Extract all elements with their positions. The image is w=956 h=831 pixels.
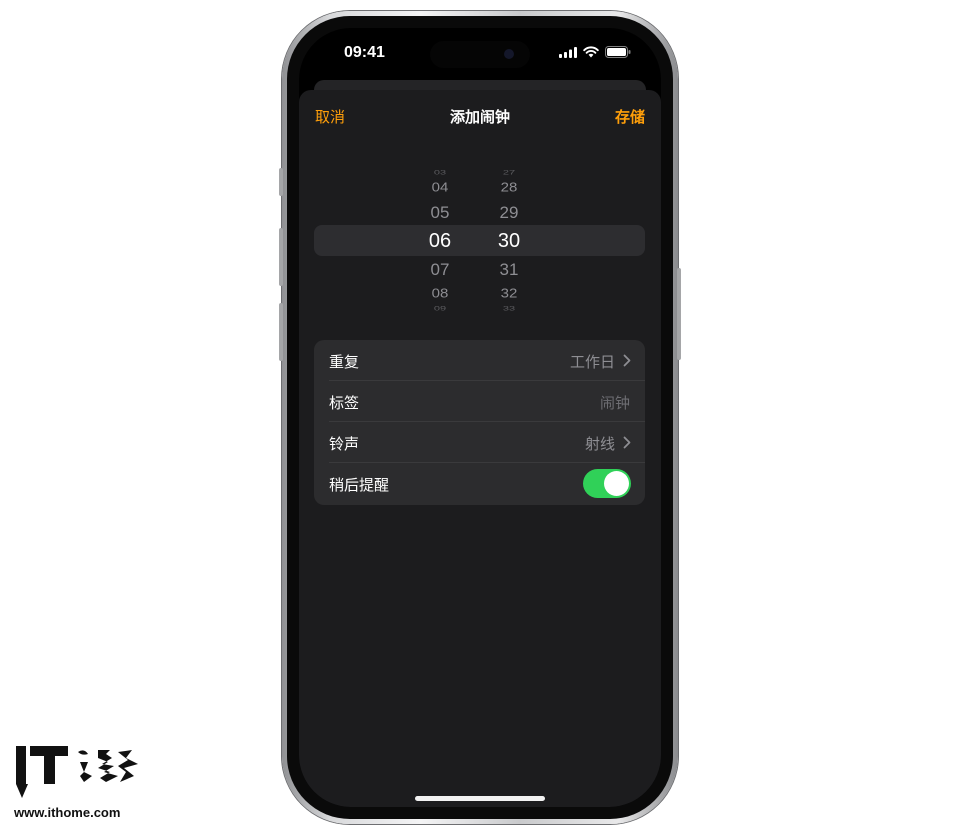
- repeat-value: 工作日: [569, 353, 615, 371]
- watermark-url: www.ithome.com: [14, 805, 121, 820]
- snooze-toggle[interactable]: [583, 469, 631, 498]
- alarm-settings-list: 重复 工作日 标签 闹钟 铃声 射线 稍后提醒: [314, 340, 645, 505]
- chevron-right-icon: [623, 436, 631, 449]
- hour-option[interactable]: 09: [420, 306, 460, 313]
- label-label: 标签: [329, 394, 360, 412]
- phone-screen: 09:41 取消 添加闹钟 存储 03 04 05 06 07 08 09 27…: [299, 28, 661, 807]
- volume-down-button: [279, 303, 283, 361]
- add-alarm-sheet: 取消 添加闹钟 存储 03 04 05 06 07 08 09 27 28 29…: [299, 90, 661, 807]
- home-indicator[interactable]: [415, 796, 545, 801]
- wifi-icon: [583, 46, 599, 58]
- cellular-signal-icon: [559, 46, 577, 58]
- hour-option[interactable]: 05: [420, 203, 460, 223]
- minute-option[interactable]: 33: [489, 306, 529, 313]
- status-time: 09:41: [344, 44, 385, 61]
- status-icons: [559, 46, 631, 58]
- minute-option[interactable]: 31: [489, 260, 529, 280]
- sound-value: 射线: [584, 435, 615, 453]
- action-button: [279, 168, 283, 196]
- ithome-logo: [16, 746, 138, 798]
- repeat-row[interactable]: 重复 工作日: [314, 340, 645, 381]
- label-row[interactable]: 标签 闹钟: [314, 381, 645, 422]
- power-button: [677, 268, 681, 360]
- minute-option[interactable]: 28: [489, 180, 529, 194]
- sound-label: 铃声: [329, 435, 360, 453]
- page-title: 添加闹钟: [449, 109, 510, 126]
- snooze-label: 稍后提醒: [329, 476, 390, 494]
- hour-option[interactable]: 08: [420, 286, 460, 300]
- hour-option[interactable]: 07: [420, 260, 460, 280]
- dynamic-island: [430, 41, 530, 68]
- minute-selected[interactable]: 30: [489, 230, 529, 253]
- picker-selection-highlight: [314, 225, 645, 256]
- hour-option[interactable]: 04: [420, 180, 460, 194]
- snooze-row: 稍后提醒: [314, 463, 645, 504]
- minute-option[interactable]: 29: [489, 203, 529, 223]
- sound-row[interactable]: 铃声 射线: [314, 422, 645, 463]
- volume-up-button: [279, 228, 283, 286]
- toggle-knob: [604, 471, 629, 496]
- save-button[interactable]: 存储: [615, 106, 645, 127]
- label-input[interactable]: 闹钟: [600, 392, 630, 413]
- chevron-right-icon: [623, 354, 631, 367]
- minute-option[interactable]: 32: [489, 286, 529, 300]
- repeat-label: 重复: [329, 353, 360, 371]
- hour-option[interactable]: 03: [420, 170, 460, 177]
- front-camera-icon: [504, 49, 514, 59]
- minute-option[interactable]: 27: [489, 170, 529, 177]
- battery-icon: [605, 46, 631, 58]
- hour-selected[interactable]: 06: [420, 230, 460, 253]
